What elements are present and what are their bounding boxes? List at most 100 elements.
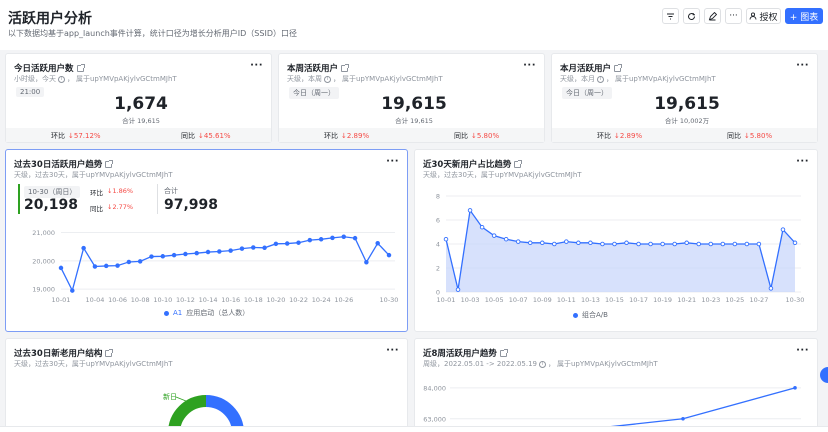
data-point [696, 241, 701, 247]
x-tick-label: 10-08 [131, 296, 150, 304]
kpi-card-today[interactable]: 今日活跃用户数 小时级，今天 i，属于upYMVpAKjylvGCtmMJhT ·… [5, 53, 272, 143]
chart-legend[interactable]: A1 应用启动（总人数） [164, 308, 249, 318]
new-old-users-card[interactable]: 过去30日新老用户结构 天级，过去30天，属于upYMVpAKjylvGCtmM… [5, 338, 408, 432]
data-point [744, 241, 750, 247]
series-area [446, 210, 795, 292]
card-more-button[interactable]: ··· [523, 60, 536, 71]
edit-button[interactable] [704, 8, 721, 24]
comparison-row: 环比 ↓2.89% 同比 ↓5.80% [552, 128, 817, 142]
card-title: 过去30日活跃用户趋势 [14, 158, 114, 170]
external-link-icon[interactable] [105, 159, 114, 168]
data-point [467, 208, 473, 213]
yoy-ratio-value: ↓5.80% [744, 132, 773, 140]
chart-legend[interactable]: 组合A/B [573, 310, 608, 320]
data-point [239, 246, 245, 251]
y-tick-label: 6 [436, 217, 440, 225]
x-tick-label: 10-15 [605, 296, 624, 304]
data-point [262, 245, 267, 251]
x-tick-label: 10-27 [749, 296, 768, 304]
data-point [115, 263, 120, 268]
external-link-icon[interactable] [105, 348, 114, 357]
ring-ratio-value: ↓2.89% [614, 132, 643, 140]
x-tick-label: 10-16 [221, 296, 240, 304]
card-title: 今日活跃用户数 [14, 62, 85, 74]
external-link-icon[interactable] [614, 63, 623, 72]
data-point [307, 237, 313, 243]
data-point [375, 241, 380, 246]
more-button[interactable]: ··· [725, 8, 742, 24]
new-user-ratio-card[interactable]: 近30天新用户占比趋势 天级，过去30天，属于upYMVpAKjylvGCtmM… [414, 149, 818, 332]
data-point [780, 227, 786, 232]
card-subtitle: 天级，本月 i，属于upYMVpAKjylvGCtmMJhT [560, 75, 716, 83]
active-users-trend-card[interactable]: 过去30日活跃用户趋势 天级，过去30天，属于upYMVpAKjylvGCtmM… [5, 149, 408, 332]
x-tick-label: 10-25 [725, 296, 744, 304]
kpi-value: 19,615 [654, 94, 720, 114]
authorize-icon [750, 12, 757, 20]
authorize-button[interactable]: 授权 [746, 8, 781, 24]
data-point [58, 265, 64, 271]
data-point [171, 252, 177, 258]
floating-action-button[interactable] [820, 367, 828, 383]
data-point [708, 241, 714, 247]
card-subtitle: 天级，过去30天，属于upYMVpAKjylvGCtmMJhT [14, 171, 173, 179]
card-more-button[interactable]: ··· [250, 60, 263, 71]
legend-label: 应用启动（总人数） [186, 309, 250, 317]
data-point [552, 241, 557, 247]
data-point [341, 234, 347, 239]
weekly-active-users-card[interactable]: 近8周活跃用户趋势 周级，2022.05.01 -> 2022.05.19 i，属… [414, 338, 818, 432]
card-title: 近8周活跃用户趋势 [423, 347, 508, 359]
y-tick-label: 20,000 [32, 257, 55, 265]
card-subtitle: 天级，过去30天，属于upYMVpAKjylvGCtmMJhT [423, 171, 582, 179]
new-user-ratio-area-chart: 8642010-01 10-03 10-05 10-07 10-09 10-11 10-13… [436, 193, 805, 305]
y-tick-label: 63,000 [423, 415, 446, 423]
x-tick-label: 10-26 [334, 296, 353, 304]
data-point [160, 254, 166, 259]
card-more-button[interactable]: ··· [796, 345, 809, 356]
kpi-card-month[interactable]: 本月活跃用户 天级，本月 i，属于upYMVpAKjylvGCtmMJhT ···… [551, 53, 818, 143]
external-link-icon[interactable] [76, 63, 85, 72]
card-more-button[interactable]: ··· [386, 345, 399, 356]
card-more-button[interactable]: ··· [386, 156, 399, 167]
external-link-icon[interactable] [499, 348, 508, 357]
x-tick-label: 10-07 [509, 296, 528, 304]
info-icon[interactable]: i [58, 75, 65, 83]
yoy-ratio-value: ↓45.61% [198, 132, 231, 140]
refresh-button[interactable] [683, 8, 700, 24]
card-more-button[interactable]: ··· [796, 60, 809, 71]
series-line [60, 236, 390, 293]
data-point [792, 240, 798, 246]
card-more-button[interactable]: ··· [796, 156, 809, 167]
external-link-icon[interactable] [514, 159, 523, 168]
data-point [251, 245, 256, 250]
info-icon[interactable]: i [324, 75, 331, 83]
data-point [636, 241, 641, 247]
kpi-value: 19,615 [381, 94, 447, 114]
ring-compare: 环比 ↓1.86% [90, 187, 134, 197]
data-point [527, 240, 533, 246]
card-subtitle: 小时级，今天 i，属于upYMVpAKjylvGCtmMJhT [14, 75, 177, 83]
data-point [81, 245, 86, 251]
data-point [137, 259, 143, 264]
info-icon[interactable]: i [597, 75, 604, 83]
kpi-total: 合计 19,615 [122, 117, 160, 125]
x-tick-label: 10-05 [485, 296, 504, 304]
data-point [588, 240, 593, 246]
data-point [672, 241, 677, 247]
info-icon[interactable]: i [539, 360, 546, 368]
card-title: 本周活跃用户 [287, 62, 350, 74]
add-chart-label: + 图表 [789, 12, 819, 23]
kpi-card-week[interactable]: 本周活跃用户 天级，本周 i，属于upYMVpAKjylvGCtmMJhT ···… [278, 53, 545, 143]
data-point [732, 241, 738, 247]
x-tick-label: 10-24 [312, 296, 331, 304]
data-point [540, 240, 545, 246]
kpi-value: 1,674 [114, 94, 168, 114]
data-point [217, 249, 222, 254]
data-point [681, 416, 685, 421]
filter-button[interactable] [662, 8, 679, 24]
y-tick-label: 84,000 [423, 384, 446, 392]
x-tick-label: 10-21 [677, 296, 696, 304]
add-chart-button[interactable]: + 图表 [785, 8, 823, 24]
external-link-icon[interactable] [341, 63, 350, 72]
data-point [624, 240, 629, 246]
data-point [318, 237, 324, 242]
